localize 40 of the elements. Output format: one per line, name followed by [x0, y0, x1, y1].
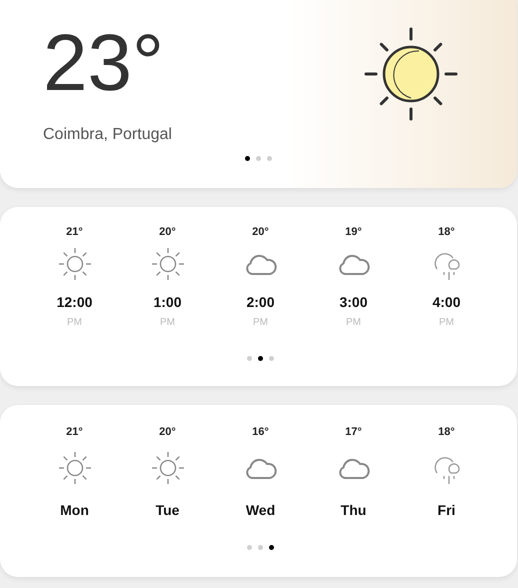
current-temperature: 23° — [43, 18, 165, 108]
day-label: Tue — [156, 501, 180, 519]
temperature-label: 18° — [438, 225, 455, 239]
time-label: 3:00 — [339, 293, 368, 311]
temperature-label: 19° — [345, 225, 362, 239]
page-dot[interactable] — [267, 156, 272, 160]
temperature-label: 18° — [438, 425, 455, 439]
period-label: PM — [439, 317, 454, 329]
page-dot[interactable] — [245, 156, 250, 160]
sun-icon — [150, 246, 186, 282]
time-label: 12:00 — [56, 293, 92, 311]
time-label: 1:00 — [153, 293, 182, 311]
temperature-label: 21° — [66, 425, 83, 439]
period-label: PM — [160, 317, 175, 329]
day-label: Wed — [246, 501, 276, 519]
period-label: PM — [67, 317, 82, 329]
day-label: Thu — [340, 501, 366, 519]
temperature-label: 17° — [345, 425, 362, 439]
time-label: 2:00 — [246, 293, 275, 311]
temperature-label: 21° — [66, 225, 83, 239]
time-label: 4:00 — [432, 293, 461, 311]
temperature-label: 20° — [159, 225, 176, 239]
day-label: Fri — [438, 501, 456, 519]
page-dot[interactable] — [258, 356, 262, 360]
period-label: PM — [253, 317, 268, 329]
temperature-label: 20° — [252, 225, 269, 239]
page-dot[interactable] — [246, 544, 252, 550]
page-dot[interactable] — [256, 156, 261, 160]
page-dot[interactable] — [268, 544, 274, 550]
page-dot[interactable] — [268, 356, 274, 360]
page-dot[interactable] — [246, 356, 252, 360]
page-dot[interactable] — [258, 544, 262, 550]
sun-icon — [56, 246, 92, 282]
location-label: Coimbra, Portugal — [43, 125, 172, 145]
period-label: PM — [346, 317, 361, 329]
sun-icon — [150, 450, 186, 486]
temperature-label: 16° — [252, 425, 269, 439]
temperature-label: 20° — [159, 425, 176, 439]
sun-icon — [56, 450, 92, 486]
day-label: Mon — [60, 501, 89, 519]
